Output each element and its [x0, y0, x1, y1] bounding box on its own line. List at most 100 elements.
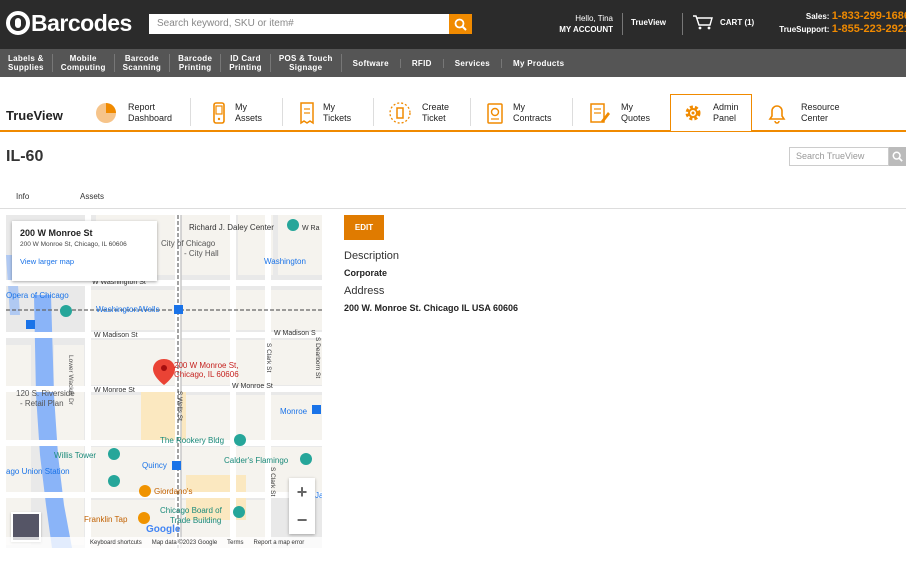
tab-label: My Contracts — [513, 102, 552, 123]
tab-report-dashboard[interactable]: Report Dashboard — [94, 96, 172, 130]
greeting-text: Hello, Tina — [575, 14, 613, 23]
trueview-link[interactable]: TrueView — [631, 18, 666, 27]
map-label: Richard J. Daley Center — [189, 223, 274, 232]
gear-icon — [681, 101, 705, 125]
map-info-card: 200 W Monroe St 200 W Monroe St, Chicago… — [12, 221, 157, 281]
map-label: Quincy — [142, 461, 167, 470]
tab-label: My Quotes — [621, 102, 651, 123]
tab-assets[interactable]: Assets — [80, 192, 104, 201]
map-label: W Ra — [302, 225, 320, 232]
sales-phone[interactable]: 1-833-299-1686 — [832, 10, 906, 22]
zoom-out-button[interactable]: − — [289, 506, 315, 534]
map-label: ago Union Station — [6, 467, 70, 476]
map-label: Washington — [264, 257, 306, 266]
map-label: S Clark St — [269, 467, 276, 497]
device-icon — [207, 101, 231, 125]
map-label: Franklin Tap — [84, 515, 128, 524]
edit-button[interactable]: EDIT — [344, 215, 384, 240]
map-footer: Keyboard shortcuts Map data ©2023 Google… — [6, 537, 322, 548]
map-label: Calder's Flamingo — [224, 456, 289, 465]
search-icon — [892, 151, 903, 162]
terms-link[interactable]: Terms — [227, 540, 243, 546]
site-search-input[interactable]: Search keyword, SKU or item# — [149, 14, 449, 34]
tab-admin-panel[interactable]: Admin Panel — [670, 94, 752, 131]
nav-item-services[interactable]: Services — [444, 58, 503, 68]
trueview-tab-bar: TrueView Report Dashboard My Assets My T… — [0, 92, 906, 132]
detail-subtabs: Info Assets — [0, 192, 906, 209]
keyboard-shortcuts-link[interactable]: Keyboard shortcuts — [90, 540, 142, 546]
header-divider — [622, 13, 623, 35]
location-map[interactable]: Richard J. Daley Center W Ra City of Chi… — [6, 215, 322, 548]
map-label: S Clark St — [265, 343, 272, 373]
nav-item-my-products[interactable]: My Products — [502, 59, 575, 68]
trueview-search-input[interactable]: Search TrueView — [789, 147, 889, 166]
tab-label: Report Dashboard — [128, 102, 173, 123]
map-label: Willis Tower — [54, 451, 97, 460]
top-header: Barcodes Search keyword, SKU or item# He… — [0, 0, 906, 49]
map-data-text: Map data ©2023 Google — [151, 539, 218, 546]
my-account-label: MY ACCOUNT — [559, 25, 613, 34]
map-label: City of Chicago — [161, 239, 216, 248]
tab-divider — [470, 98, 471, 126]
map-label: Ja — [315, 491, 322, 500]
tab-divider — [572, 98, 573, 126]
nav-item-rfid[interactable]: RFID — [401, 58, 444, 68]
view-larger-map-link[interactable]: View larger map — [20, 257, 149, 266]
map-label: W Madison St — [94, 332, 138, 339]
nav-item-pos-touch-signage[interactable]: POS & Touch Signage — [271, 54, 342, 72]
chart-pie-icon — [94, 101, 118, 125]
map-label: W Monroe St — [94, 387, 135, 394]
tab-divider — [373, 98, 374, 126]
nav-item-barcode-scanning[interactable]: Barcode Scanning — [115, 54, 171, 72]
logo-mark-icon — [6, 11, 30, 35]
search-button[interactable] — [449, 14, 472, 34]
quote-icon — [587, 101, 611, 125]
map-label: S Wells St — [176, 391, 183, 421]
support-phone[interactable]: 1-855-223-2921 — [832, 23, 906, 35]
trueview-search-button[interactable] — [889, 147, 906, 166]
map-card-address: 200 W Monroe St, Chicago, IL 60606 — [20, 241, 127, 248]
tab-label: My Assets — [235, 102, 263, 123]
map-label: Giordano's — [154, 487, 193, 496]
sales-label: Sales: — [805, 12, 830, 21]
map-label: - Retail Plan — [20, 399, 64, 408]
tab-my-contracts[interactable]: My Contracts — [483, 96, 552, 130]
tab-create-ticket[interactable]: Create Ticket — [388, 96, 449, 130]
tab-divider — [282, 98, 283, 126]
support-label: TrueSupport: — [779, 25, 830, 34]
tab-my-assets[interactable]: My Assets — [207, 96, 262, 130]
google-logo: Google — [146, 524, 181, 535]
zoom-in-button[interactable]: + — [289, 478, 315, 506]
tab-label: My Tickets — [323, 102, 352, 123]
tab-my-quotes[interactable]: My Quotes — [587, 96, 650, 130]
tab-info[interactable]: Info — [16, 192, 29, 201]
contact-phones: Sales: 1-833-299-1686 TrueSupport: 1-855… — [745, 10, 906, 36]
tab-label: Resource Center — [801, 102, 840, 123]
map-zoom-controls: + − — [289, 478, 315, 534]
map-label: W Monroe St — [232, 383, 273, 390]
search-icon — [454, 18, 467, 31]
logo-text: Barcodes — [31, 9, 132, 36]
map-label: The Rookery Bldg — [160, 436, 225, 445]
map-label: Monroe — [280, 407, 308, 416]
address-value: 200 W. Monroe St. Chicago IL USA 60606 — [344, 303, 519, 313]
nav-item-mobile-computing[interactable]: Mobile Computing — [53, 54, 115, 72]
create-ticket-icon — [388, 101, 412, 125]
map-label: Washington/Wells — [96, 305, 160, 314]
tab-my-tickets[interactable]: My Tickets — [295, 96, 351, 130]
barcodes-logo[interactable]: Barcodes — [6, 8, 132, 38]
map-label: 120 S. Riverside — [16, 389, 75, 398]
map-label: Chicago Board of Trade Building — [160, 506, 222, 525]
nav-item-id-card-printing[interactable]: ID Card Printing — [221, 54, 271, 72]
nav-item-software[interactable]: Software — [342, 58, 401, 68]
nav-item-labels-supplies[interactable]: Labels & Supplies — [0, 54, 53, 72]
tab-resource-center[interactable]: Resource Center — [765, 96, 840, 130]
main-nav: Labels & Supplies Mobile Computing Barco… — [0, 49, 906, 77]
nav-item-barcode-printing[interactable]: Barcode Printing — [170, 54, 222, 72]
my-account-link[interactable]: Hello, Tina MY ACCOUNT — [540, 13, 613, 35]
map-label: S Dearborn St — [314, 337, 321, 379]
header-divider — [682, 13, 683, 35]
tab-label: Create Ticket — [422, 102, 450, 123]
report-map-error-link[interactable]: Report a map error — [254, 540, 305, 546]
contract-icon — [483, 101, 507, 125]
